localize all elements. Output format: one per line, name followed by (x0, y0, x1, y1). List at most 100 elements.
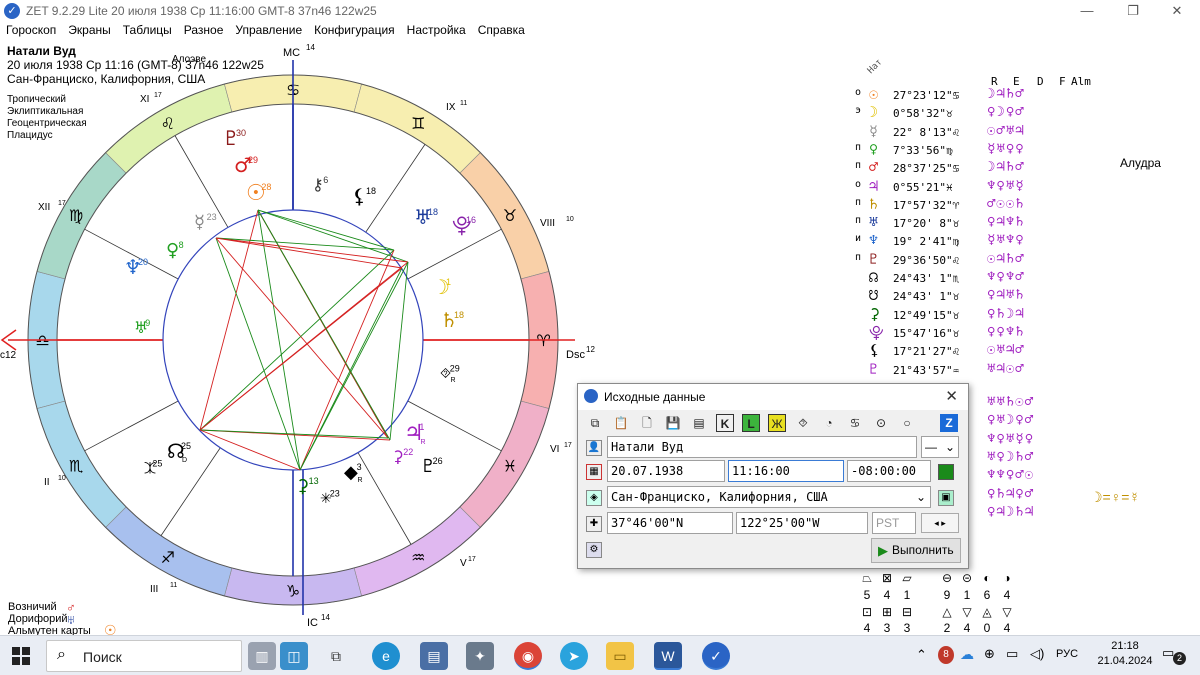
task-view-icon[interactable]: ⧉ (322, 642, 350, 670)
toolbar-button-3[interactable]: 💾 (664, 414, 682, 432)
tray-antivirus-icon[interactable]: 8 (938, 646, 954, 664)
dsc-label: Dsc (566, 349, 585, 361)
restore-button[interactable]: ❐ (1110, 0, 1156, 22)
row-planet-icon: ♂ (869, 158, 879, 177)
calendar-icon[interactable]: ▦ (586, 464, 602, 480)
name-field[interactable]: Натали Вуд (607, 436, 917, 458)
date-field[interactable]: 20.07.1938 (607, 460, 725, 482)
menu-screens[interactable]: Экраны (62, 22, 116, 40)
toolbar-button-2[interactable]: 🗋 (638, 414, 656, 432)
toolbar-button-4[interactable]: ▤ (690, 414, 708, 432)
run-button[interactable]: ▶ Выполнить (871, 538, 961, 563)
tray-chevron-up-icon[interactable]: ⌃ (916, 647, 927, 663)
zodiac-type: Тропический (7, 94, 66, 105)
notification-center-icon[interactable]: ▭ 2 (1162, 645, 1186, 665)
menu-help[interactable]: Справка (472, 22, 531, 40)
zodiac-sign-icon: ♊ (411, 114, 425, 133)
toolbar-button-6[interactable]: L (742, 414, 760, 432)
menu-control[interactable]: Управление (229, 22, 308, 40)
grid-count: 6 (983, 588, 991, 602)
planet-degree: 20 (138, 257, 148, 267)
tray-battery-icon[interactable]: ▭ (1006, 646, 1018, 662)
row-status: и (855, 233, 862, 245)
equality-line: ☽=♀=☿ (1090, 489, 1140, 505)
house-number-label: XII (38, 202, 50, 213)
row-planet-icon: ⚸ (869, 341, 880, 360)
planet-degree: 1 (419, 422, 424, 432)
toolbar-button-13[interactable]: Z (940, 414, 958, 432)
menu-horoscope[interactable]: Гороскоп (0, 22, 62, 40)
tray-clock[interactable]: 21:18 21.04.2024 (1095, 640, 1155, 667)
timezone-offset-field[interactable]: -08:00:00 (847, 460, 931, 482)
menu-tables[interactable]: Таблицы (117, 22, 178, 40)
menu-settings[interactable]: Настройка (401, 22, 472, 40)
toolbar-button-7[interactable]: Ж (768, 414, 786, 432)
telegram-icon[interactable]: ➤ (560, 642, 588, 670)
time-field[interactable]: 11:16:00 (728, 460, 844, 482)
settings-icon[interactable]: ⚙ (586, 542, 602, 558)
close-button[interactable]: ✕ (1154, 0, 1200, 22)
row-position: 19° 2'41"♍ (893, 235, 960, 249)
header-f: F (1059, 75, 1066, 88)
toolbar-button-10[interactable]: ♋ (846, 414, 864, 432)
dst-indicator[interactable] (938, 464, 954, 480)
row-position: 22° 8'13"♌ (893, 125, 960, 139)
tray-language[interactable]: РУС (1056, 648, 1078, 660)
longitude-field[interactable]: 122°25'00"W (736, 512, 868, 534)
row-rulers: ☽♃♄♂ (987, 159, 1025, 176)
grid-count: 4 (1003, 588, 1011, 602)
menu-misc[interactable]: Разное (178, 22, 230, 40)
map-icon[interactable]: ▣ (938, 490, 954, 506)
tray-cloud-icon[interactable]: ☁ (960, 646, 974, 663)
toolbar-button-1[interactable]: 📋 (612, 414, 630, 432)
zodiac-sign-icon: ♏ (69, 456, 83, 475)
grid-symbol-icon: ▽ (1002, 605, 1012, 619)
toolbar-button-8[interactable]: ⯑ (794, 414, 812, 432)
tray-network-icon[interactable]: ⊕ (984, 646, 995, 662)
latitude-field[interactable]: 37°46'00"N (607, 512, 733, 534)
file-explorer-icon[interactable]: ▭ (606, 642, 634, 670)
row-status: о (855, 87, 862, 98)
planet-degree: 18 (454, 310, 464, 320)
dialog-close-button[interactable]: ✕ (945, 387, 958, 405)
maps-app-icon[interactable]: ◫ (280, 642, 308, 670)
edge-browser-icon[interactable]: e (372, 642, 400, 670)
grid-count: 0 (983, 621, 991, 635)
row-rulers: ♆♀♅☿ (987, 177, 1025, 194)
tz-spinner[interactable]: ◂ ▸ (921, 513, 959, 533)
title-bar: ✓ ZET 9.2.29 Lite 20 июля 1938 Ср 11:16:… (0, 0, 1200, 22)
luggage-app-icon[interactable]: ▥ (248, 642, 276, 670)
zodiac-sign-icon: ♉ (503, 206, 517, 225)
network-app-icon[interactable]: ▤ (420, 642, 448, 670)
ic-label: IC (307, 617, 318, 629)
planet-degree: 13 (309, 476, 319, 486)
name-dropdown[interactable]: — ⌄ (921, 436, 959, 458)
toolbar-button-5[interactable]: K (716, 414, 734, 432)
toolbar-button-11[interactable]: ⊙ (872, 414, 890, 432)
minimize-button[interactable]: — (1064, 0, 1110, 22)
toolbar-button-0[interactable]: ⧉ (586, 414, 604, 432)
person-icon[interactable]: 👤 (586, 440, 602, 456)
globe-icon[interactable]: ◈ (586, 490, 602, 506)
word-icon[interactable]: W (654, 642, 682, 670)
grid-symbol-icon: ⊟ (901, 605, 913, 619)
toolbar-button-12[interactable]: ○ (898, 414, 916, 432)
row-planet-icon: ♅ (869, 213, 879, 232)
toolbar-button-9[interactable]: ◔ (820, 414, 838, 432)
place-field[interactable]: Сан-Франциско, Калифорния, США ⌄ (607, 486, 931, 508)
mc-degree: 14 (306, 43, 315, 52)
taskbar-search[interactable]: ⌕ Поиск (46, 640, 242, 672)
menu-configuration[interactable]: Конфигурация (308, 22, 401, 40)
timezone-name-field[interactable]: PST (872, 512, 916, 534)
chrome-browser-icon[interactable]: ◉ (514, 642, 542, 670)
row-planet-icon: ☿ (869, 121, 879, 140)
coordinates-icon[interactable]: ✚ (586, 516, 602, 532)
windows-start-icon[interactable] (12, 647, 30, 665)
zet-app-icon[interactable]: ✓ (702, 642, 730, 670)
utility-app-icon[interactable]: ✦ (466, 642, 494, 670)
grid-count: 9 (943, 588, 951, 602)
chart-planet: ☽1 (432, 275, 451, 299)
planet-icon: ⚳ (392, 447, 404, 466)
tray-volume-icon[interactable]: ◁) (1030, 646, 1044, 662)
zodiac-sign-icon: ♐ (161, 548, 175, 567)
